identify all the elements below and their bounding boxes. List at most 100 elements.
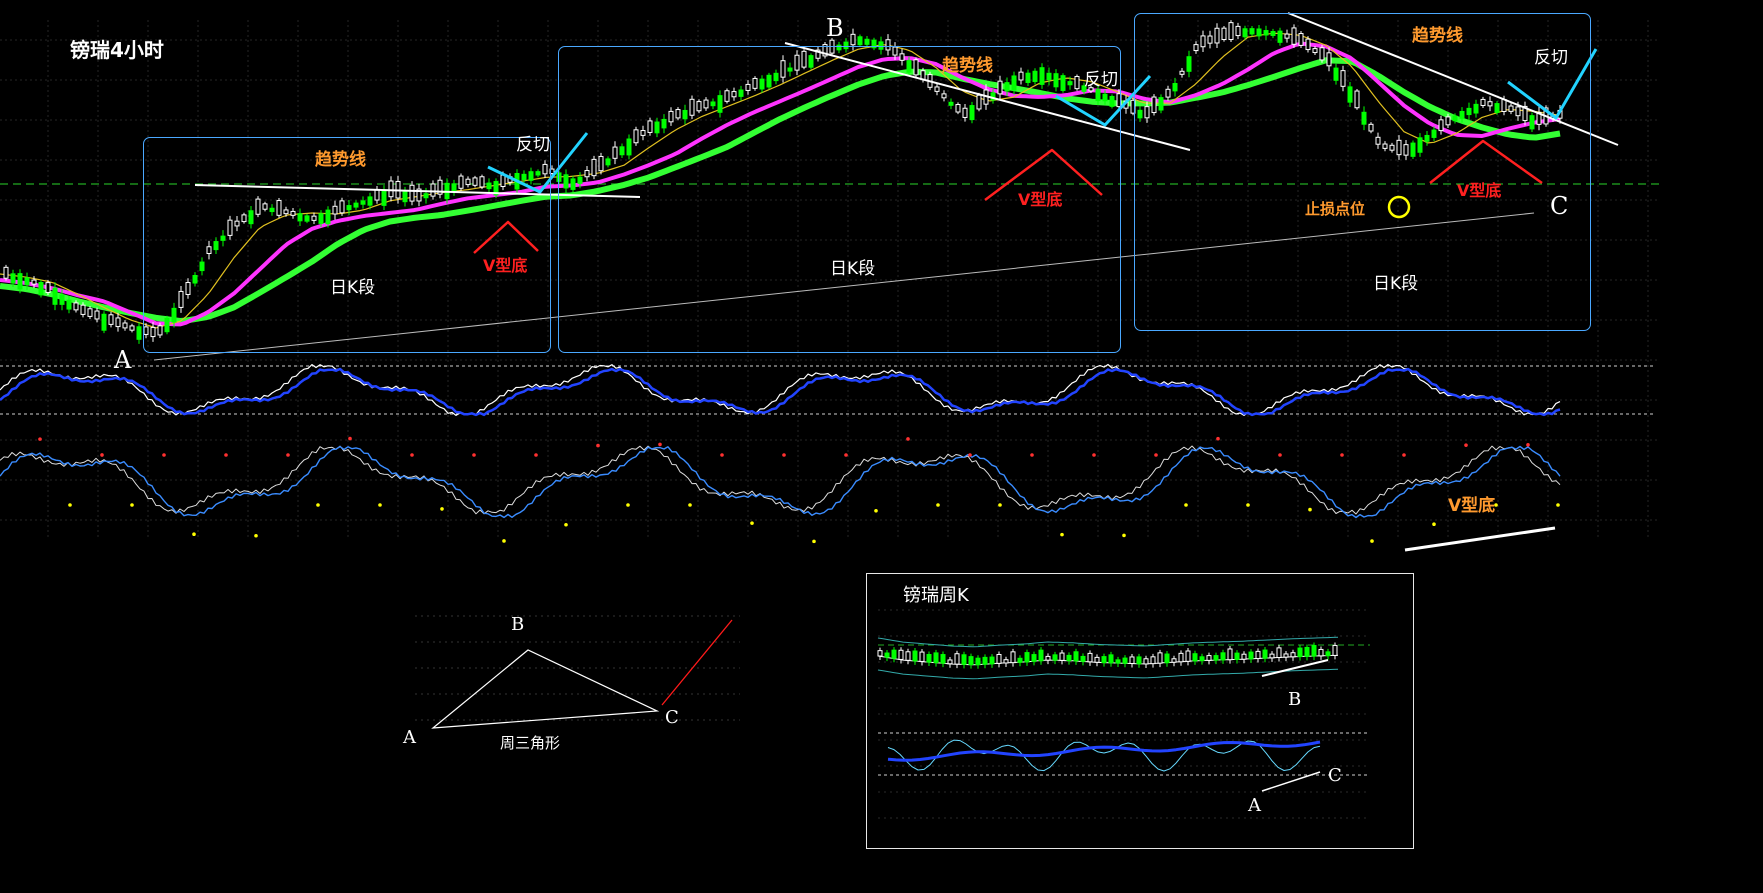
candle-body	[31, 279, 37, 285]
weekly-triangle	[431, 649, 660, 729]
oscillator-yellow-dot	[502, 539, 506, 543]
candle-body	[94, 310, 100, 320]
triangle-c-label: C	[665, 707, 679, 728]
oscillator-yellow-dot	[812, 539, 816, 544]
candle-body	[3, 266, 9, 279]
oscillator-yellow-dot	[936, 503, 940, 507]
trendline-label-3: 趋势线	[1412, 26, 1463, 46]
reverse-cut-label-3: 反切	[1534, 48, 1568, 68]
daily-k-label-3: 日K段	[1373, 274, 1419, 294]
weekly-inset-c-label: C	[1328, 765, 1342, 786]
point-a-label: A	[114, 346, 132, 374]
candle-body	[52, 287, 58, 305]
triangle-b-label: B	[511, 614, 525, 635]
oscillator-yellow-dot	[1308, 507, 1312, 512]
candle-body	[857, 36, 863, 46]
reverse-cut-label-2: 反切	[1084, 70, 1118, 90]
oscillator-red-dot	[1526, 443, 1530, 447]
candle-body	[80, 304, 86, 315]
daily-k-box-3	[1134, 13, 1591, 331]
trendline-label-1: 趋势线	[315, 150, 366, 170]
oscillator-yellow-dot	[68, 503, 72, 507]
oscillator-red-dot	[1278, 453, 1282, 457]
candle-body	[38, 281, 44, 296]
oscillator-red-dot	[1154, 453, 1158, 457]
oscillator-red-dot	[100, 453, 104, 457]
oscillator-yellow-dot	[1246, 503, 1250, 507]
oscillator-yellow-dot	[688, 503, 692, 507]
oscillator-red-dot	[658, 442, 662, 447]
oscillator-red-dot	[844, 453, 848, 457]
weekly-inset-frame	[866, 573, 1414, 849]
oscillator-yellow-dot	[750, 521, 754, 525]
oscillator-red-dot	[1402, 453, 1406, 457]
oscillator-red-dot	[1464, 443, 1468, 447]
oscillator-red-dot	[38, 437, 42, 441]
candle-body	[24, 277, 30, 286]
trendline-label-2: 趋势线	[942, 56, 993, 76]
oscillator-yellow-dot	[998, 503, 1002, 507]
oscillator-yellow-dot	[130, 503, 134, 507]
candle-body	[73, 302, 79, 311]
oscillator-red-dot	[348, 436, 352, 441]
oscillator-yellow-dot	[564, 522, 568, 527]
oscillator-red-dot	[1216, 436, 1220, 441]
point-b-label: B	[826, 14, 844, 42]
oscillator-yellow-dot	[1060, 532, 1064, 537]
oscillator-red-dot	[534, 453, 538, 457]
oscillator-yellow-dot	[440, 507, 444, 511]
oscillator-yellow-dot	[1122, 533, 1126, 538]
stop-loss-label: 止损点位	[1305, 200, 1366, 218]
triangle-a-label: A	[403, 727, 416, 748]
oscillator-yellow-dot	[316, 503, 320, 507]
triangle-breakout-line	[661, 619, 733, 706]
candle-body	[59, 294, 65, 305]
oscillator-yellow-dot	[1184, 503, 1188, 507]
daily-k-label-1: 日K段	[330, 278, 376, 298]
candle-body	[122, 322, 128, 329]
v-bottom-label-2: V型底	[1018, 190, 1063, 209]
candle-body	[45, 282, 51, 293]
oscillator-red-dot	[720, 453, 724, 457]
oscillator-yellow-dot	[1556, 503, 1560, 507]
candle-body	[850, 33, 856, 46]
oscillator-red-dot	[472, 453, 476, 457]
candle-body	[87, 308, 93, 317]
candle-body	[129, 325, 135, 331]
candle-body	[115, 317, 121, 328]
triangle-caption: 周三角形	[500, 734, 561, 752]
candle-body	[101, 313, 107, 331]
v-bottom-label-3: V型底	[1457, 181, 1502, 200]
oscillator-yellow-dot	[254, 533, 258, 538]
oscillator-yellow-dot	[1370, 539, 1374, 543]
oscillator-red-dot	[286, 453, 290, 457]
candle-body	[136, 326, 142, 340]
candle-body	[10, 273, 16, 284]
oscillator-yellow-dot	[378, 503, 382, 507]
oscillator-red-dot	[968, 453, 972, 457]
v-bottom-label-1: V型底	[483, 256, 528, 275]
oscillator-red-dot	[906, 437, 910, 441]
candle-body	[66, 299, 72, 310]
oscillator-yellow-dot	[1432, 522, 1436, 526]
oscillator-red-dot	[782, 453, 786, 457]
point-c-label: C	[1550, 192, 1569, 220]
oscillator-yellow-dot	[874, 508, 878, 513]
oscillator-yellow-dot	[626, 503, 630, 507]
candle-body	[108, 314, 114, 325]
oscillator-red-dot	[224, 453, 228, 457]
candle-body	[864, 38, 870, 45]
oscillator1-blue-line	[0, 367, 1561, 417]
weekly-inset-b-label: B	[1288, 689, 1302, 710]
oscillator-red-dot	[1092, 453, 1096, 457]
weekly-inset-title: 镑瑞周K	[903, 585, 969, 606]
oscillator-red-dot	[410, 453, 414, 457]
oscillator-red-dot	[596, 443, 600, 448]
v-bottom-label-osc: V型底	[1448, 496, 1496, 516]
candle-body	[17, 273, 23, 290]
weekly-inset-a-label: A	[1248, 795, 1261, 816]
daily-k-label-2: 日K段	[830, 259, 876, 279]
oscillator-trendline	[1404, 526, 1556, 552]
reverse-cut-label-1: 反切	[516, 135, 550, 155]
oscillator-red-dot	[1340, 453, 1344, 457]
